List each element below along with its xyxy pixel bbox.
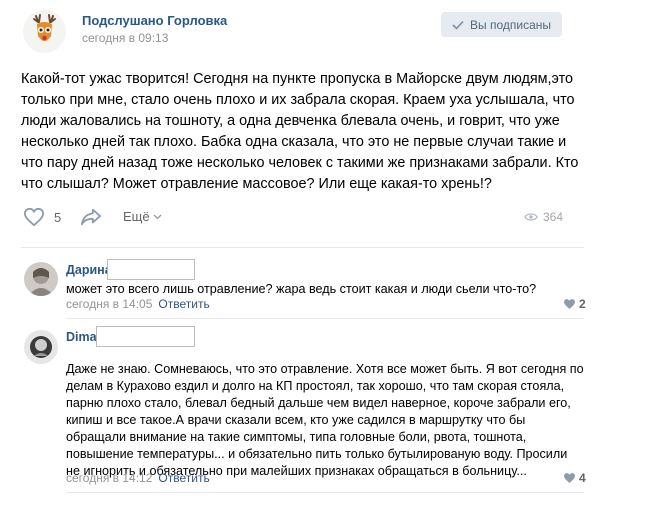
- comment-text: Даже не знаю. Сомневаюсь, что это отравл…: [66, 362, 584, 478]
- reply-button[interactable]: Ответить: [158, 471, 209, 485]
- like-count: 5: [54, 209, 62, 225]
- comment-divider: [66, 492, 584, 493]
- share-arrow-icon: [81, 208, 101, 226]
- views-count: 364: [543, 210, 564, 224]
- post-text: Какой-тот ужас творится! Сегодня на пунк…: [21, 71, 579, 192]
- post-timestamp[interactable]: сегодня в 09:13: [82, 31, 168, 45]
- comment-timestamp[interactable]: сегодня в 14:12: [66, 471, 152, 485]
- subscribed-button[interactable]: Вы подписаны: [441, 12, 562, 37]
- heart-icon: [564, 299, 575, 309]
- more-button[interactable]: Ещё: [123, 209, 162, 224]
- comment-like-button[interactable]: 2: [563, 297, 586, 311]
- like-button[interactable]: 5: [23, 207, 61, 227]
- group-avatar[interactable]: [23, 10, 66, 53]
- comment-author[interactable]: Дарина: [66, 263, 112, 277]
- checkmark-icon: [452, 20, 464, 30]
- subscribed-label: Вы подписаны: [470, 17, 551, 32]
- comment-meta: сегодня в 14:12 Ответить: [66, 471, 210, 485]
- avatar[interactable]: [24, 330, 58, 364]
- comment-like-count: 4: [579, 471, 586, 485]
- deer-logo-icon: [23, 10, 66, 53]
- user-photo-icon: [24, 330, 58, 364]
- group-name[interactable]: Подслушано Горловка: [82, 13, 227, 28]
- more-label: Ещё: [123, 209, 150, 224]
- heart-icon: [23, 207, 45, 227]
- post-divider: [21, 247, 584, 248]
- chevron-down-icon: [153, 214, 162, 219]
- redacted-name-box: [107, 259, 195, 280]
- views-counter: 364: [524, 210, 563, 224]
- reply-button[interactable]: Ответить: [158, 297, 209, 311]
- comment-like-count: 2: [579, 297, 586, 311]
- avatar[interactable]: [24, 262, 58, 296]
- comment-author[interactable]: Dima: [66, 330, 97, 344]
- comment-text: может это всего лишь отравление? жара ве…: [66, 282, 537, 296]
- heart-icon: [564, 473, 575, 483]
- comment-divider: [66, 318, 584, 319]
- share-button[interactable]: [80, 207, 102, 232]
- comment-timestamp[interactable]: сегодня в 14:05: [66, 297, 152, 311]
- user-photo-icon: [24, 262, 58, 296]
- comment-like-button[interactable]: 4: [563, 471, 586, 485]
- comment-meta: сегодня в 14:05 Ответить: [66, 297, 210, 311]
- redacted-name-box: [96, 326, 195, 347]
- eye-icon: [524, 213, 538, 221]
